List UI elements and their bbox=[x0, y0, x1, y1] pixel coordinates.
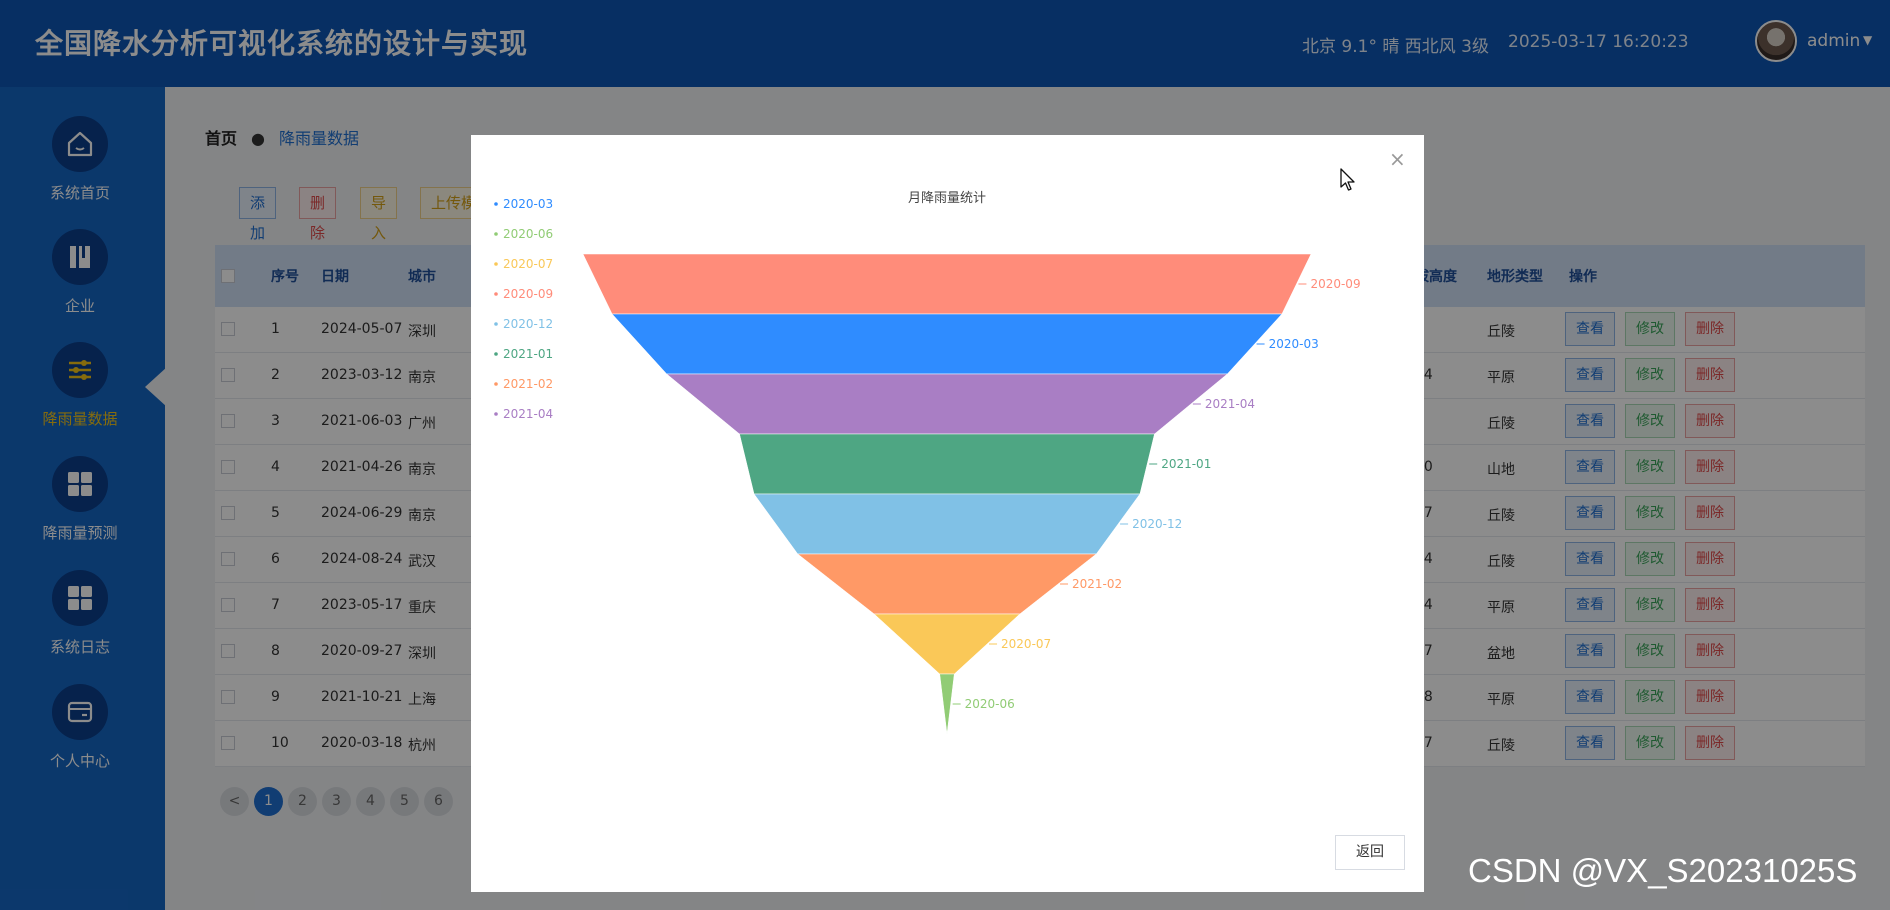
funnel-segment[interactable] bbox=[753, 493, 1141, 555]
funnel-label: 2021-02 bbox=[1072, 577, 1122, 591]
funnel-label: 2020-12 bbox=[1132, 517, 1182, 531]
legend-marker bbox=[494, 412, 498, 416]
legend-item[interactable]: 2020-07 bbox=[503, 257, 553, 271]
legend-item[interactable]: 2021-04 bbox=[503, 407, 553, 421]
close-icon[interactable]: × bbox=[1389, 149, 1406, 169]
watermark: CSDN @VX_S20231025S bbox=[1468, 852, 1858, 889]
legend-item[interactable]: 2020-06 bbox=[503, 227, 553, 241]
legend-item[interactable]: 2021-01 bbox=[503, 347, 553, 361]
funnel-label: 2020-06 bbox=[965, 697, 1015, 711]
funnel-segment[interactable] bbox=[582, 253, 1312, 315]
legend-marker bbox=[494, 292, 498, 296]
chart-title: 月降雨量统计 bbox=[908, 191, 986, 206]
legend-marker bbox=[494, 382, 498, 386]
funnel-segment[interactable] bbox=[739, 433, 1155, 495]
funnel-segment[interactable] bbox=[939, 673, 955, 735]
funnel-chart: 月降雨量统计 2020-03 2020-06 2020-07 2020-09 2020-1… bbox=[494, 191, 1361, 735]
chart-dialog: 月降雨量统计 2020-03 2020-06 2020-07 2020-09 2020-1… bbox=[471, 135, 1424, 892]
mouse-cursor-icon bbox=[1340, 168, 1355, 191]
funnel-segment[interactable] bbox=[797, 553, 1097, 615]
funnel-segment[interactable] bbox=[611, 313, 1283, 375]
funnel-segment[interactable] bbox=[873, 613, 1021, 675]
funnel-label: 2020-07 bbox=[1001, 637, 1051, 651]
legend-marker bbox=[494, 352, 498, 356]
back-button[interactable]: 返回 bbox=[1335, 835, 1405, 870]
legend-marker bbox=[494, 262, 498, 266]
legend-item[interactable]: 2020-09 bbox=[503, 287, 553, 301]
legend-item[interactable]: 2020-12 bbox=[503, 317, 553, 331]
legend-item[interactable]: 2020-03 bbox=[503, 197, 553, 211]
funnel-segment[interactable] bbox=[666, 373, 1228, 435]
funnel-label: 2020-03 bbox=[1269, 337, 1319, 351]
funnel-label: 2021-04 bbox=[1205, 397, 1255, 411]
funnel-label: 2020-09 bbox=[1310, 277, 1360, 291]
funnel-label: 2021-01 bbox=[1161, 457, 1211, 471]
legend-marker bbox=[494, 322, 498, 326]
legend-marker bbox=[494, 202, 498, 206]
legend-marker bbox=[494, 232, 498, 236]
legend-item[interactable]: 2021-02 bbox=[503, 377, 553, 391]
